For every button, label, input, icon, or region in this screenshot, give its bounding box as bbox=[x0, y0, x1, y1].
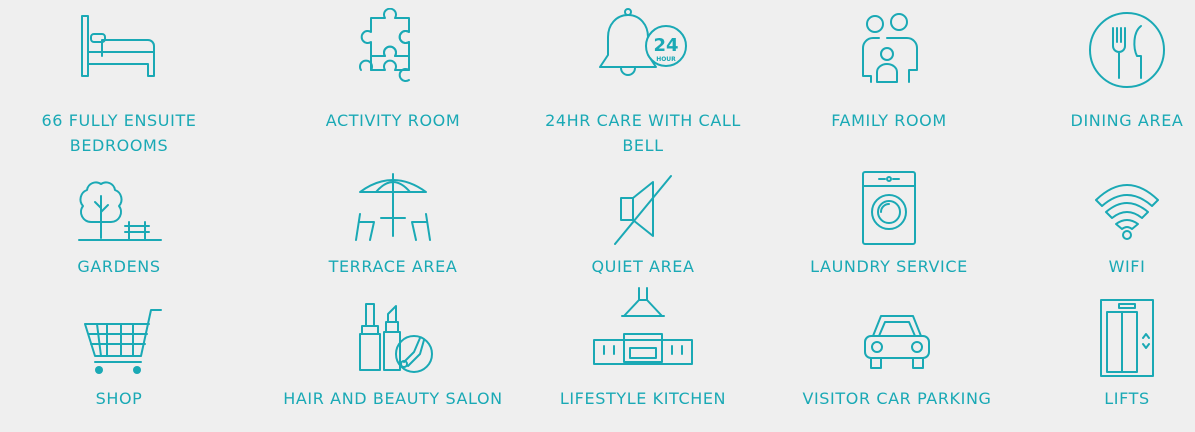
tree-bench-icon bbox=[71, 178, 167, 244]
badge-text: HOUR bbox=[656, 56, 676, 63]
fork-knife-icon bbox=[1087, 10, 1167, 90]
amenity-family-room: FAMILY ROOM bbox=[774, 0, 1004, 170]
speaker-muted-icon bbox=[605, 172, 681, 248]
amenity-label: HAIR AND BEAUTY SALON bbox=[283, 389, 503, 408]
cosmetics-scissors-icon bbox=[348, 300, 438, 376]
shopping-cart-icon bbox=[71, 306, 167, 376]
amenity-label: FAMILY ROOM bbox=[831, 111, 947, 130]
amenity-hair-beauty: HAIR AND BEAUTY SALON bbox=[278, 298, 508, 432]
amenity-bedrooms: 66 FULLY ENSUITE BEDROOMS bbox=[4, 0, 234, 170]
amenity-24hr-care: 24 HOUR 24HR CARE WITH CALL BELL bbox=[528, 0, 758, 170]
bell-24-hour-icon: 24 HOUR bbox=[588, 6, 698, 86]
family-icon bbox=[859, 12, 919, 84]
amenity-quiet-area: QUIET AREA bbox=[528, 170, 758, 290]
amenity-label: LIFESTYLE KITCHEN bbox=[559, 389, 727, 408]
amenity-label: ACTIVITY ROOM bbox=[325, 111, 461, 130]
lift-icon bbox=[1097, 298, 1157, 378]
amenity-laundry-service: LAUNDRY SERVICE bbox=[774, 170, 1004, 290]
car-icon bbox=[857, 308, 937, 374]
amenity-lifts: LIFTS bbox=[1012, 298, 1195, 432]
amenity-label: LAUNDRY SERVICE bbox=[810, 257, 968, 276]
amenity-label: WIFI bbox=[1108, 257, 1146, 276]
amenity-activity-room: ACTIVITY ROOM bbox=[278, 0, 508, 170]
amenities-grid: 66 FULLY ENSUITE BEDROOMS ACTIVITY ROOM … bbox=[0, 0, 1195, 432]
amenity-label: SHOP bbox=[95, 389, 143, 408]
amenity-label: LIFTS bbox=[1104, 389, 1150, 408]
kitchen-hood-icon bbox=[588, 286, 698, 366]
amenity-label: TERRACE AREA bbox=[328, 257, 458, 276]
amenity-label: QUIET AREA bbox=[591, 257, 695, 276]
amenity-shop: SHOP bbox=[4, 298, 234, 432]
amenity-label: VISITOR CAR PARKING bbox=[802, 389, 992, 408]
amenity-gardens: GARDENS bbox=[4, 170, 234, 290]
amenity-label: GARDENS bbox=[77, 257, 161, 276]
amenity-label: 66 FULLY ENSUITE BEDROOMS bbox=[41, 111, 197, 155]
wifi-icon bbox=[1092, 178, 1162, 242]
amenity-terrace-area: TERRACE AREA bbox=[278, 170, 508, 290]
amenity-lifestyle-kitchen: LIFESTYLE KITCHEN bbox=[528, 282, 758, 432]
washing-machine-icon bbox=[859, 170, 919, 248]
puzzle-icon bbox=[351, 8, 435, 86]
amenity-wifi: WIFI bbox=[1012, 170, 1195, 290]
bed-icon bbox=[74, 12, 164, 82]
badge-number: 24 bbox=[653, 35, 678, 56]
parasol-table-icon bbox=[348, 170, 438, 246]
amenity-dining-area: DINING AREA bbox=[1012, 0, 1195, 170]
amenity-visitor-car-parking: VISITOR CAR PARKING bbox=[782, 298, 1012, 432]
amenity-label: 24HR CARE WITH CALL BELL bbox=[545, 111, 741, 155]
amenity-label: DINING AREA bbox=[1070, 111, 1184, 130]
